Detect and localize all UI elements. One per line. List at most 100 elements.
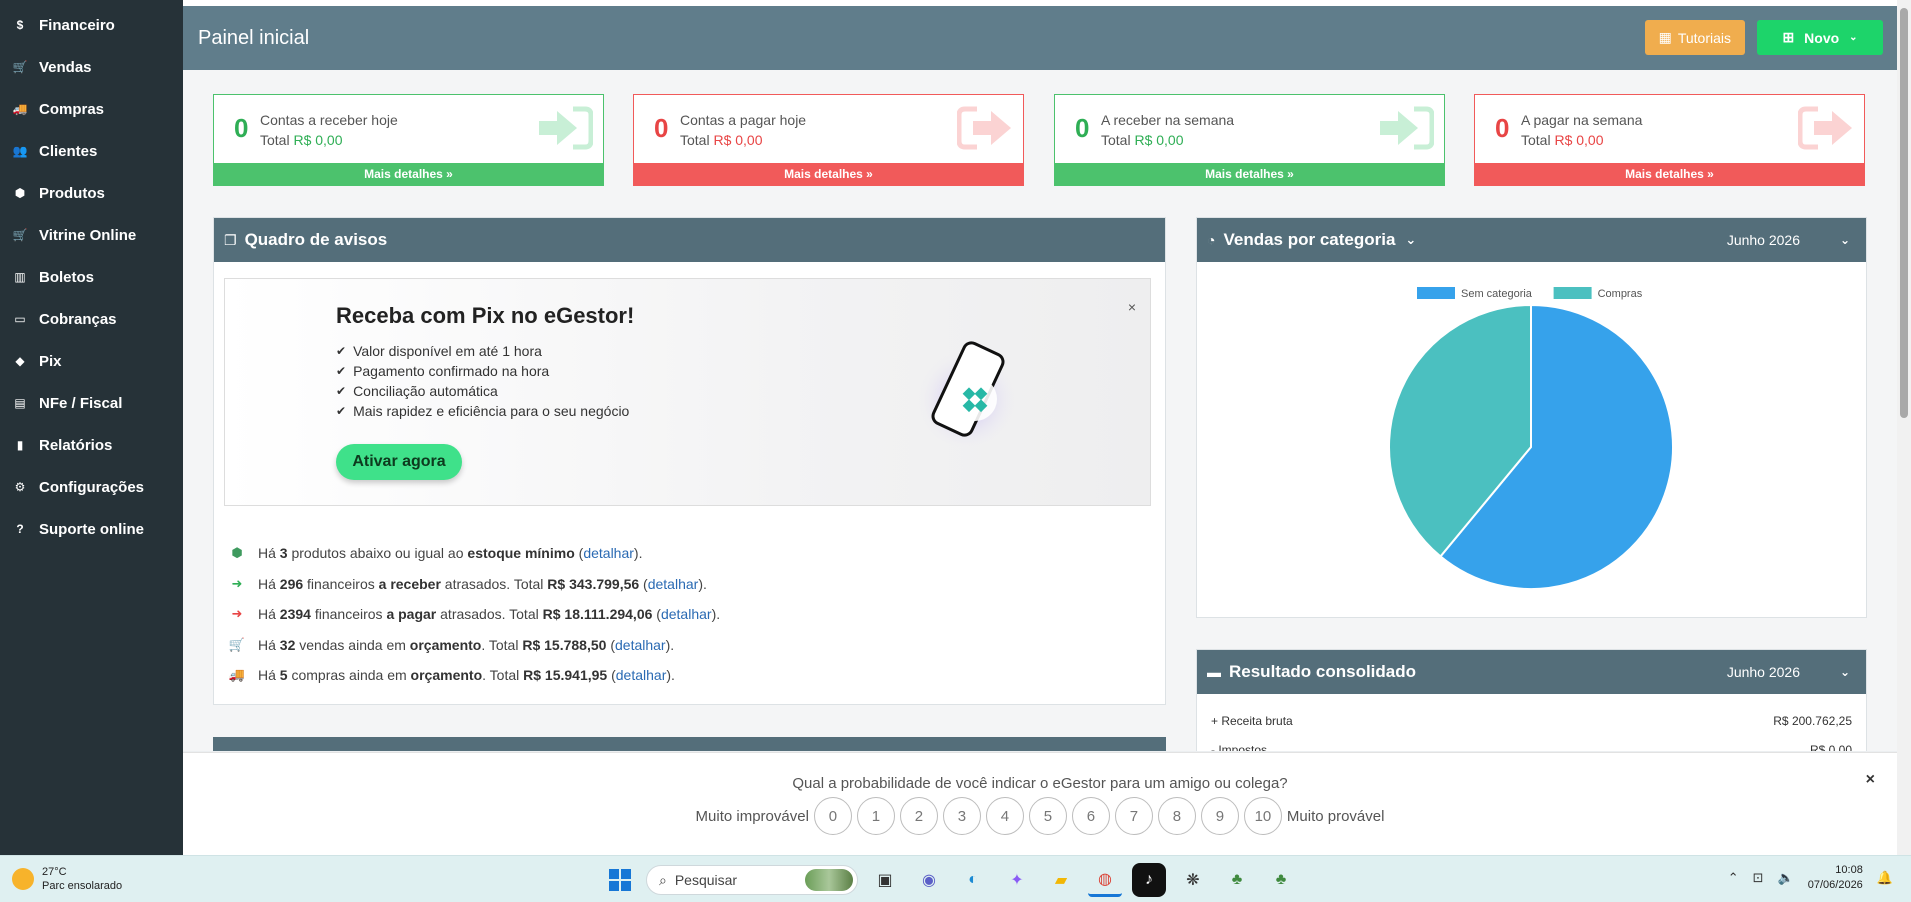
card-total-prefix: Total [1101,132,1131,148]
chevron-up-icon[interactable]: ⌃ [1728,870,1739,886]
card-more-details-link[interactable]: Mais detalhes » [1475,163,1864,185]
survey-option-6[interactable]: 6 [1071,797,1110,835]
network-icon[interactable]: ⊡ [1753,870,1764,886]
alert-count: 5 [279,667,288,684]
survey-option-1[interactable]: 1 [856,797,895,835]
card-more-details-link[interactable]: Mais detalhes » [214,163,603,185]
alert-count: 296 [279,575,304,592]
plant-app-icon-2[interactable]: ♣ [1264,863,1298,897]
weather-desc: Parc ensolarado [42,880,123,892]
alert-detail-link[interactable]: detalhar [648,576,699,592]
sidebar-item-vitrine-online[interactable]: 🛒 Vitrine Online [0,214,183,256]
summary-card[interactable]: 0 Contas a pagar hoje Total R$ 0,00 Mais de… [633,94,1024,186]
sidebar-item-vendas[interactable]: 🛒 Vendas [0,46,183,88]
survey-option-7[interactable]: 7 [1114,797,1153,835]
chevron-down-icon[interactable]: ⌄ [1840,665,1850,679]
chevron-down-icon[interactable]: ⌄ [1840,233,1850,247]
sidebar: $ Financeiro 🛒 Vendas 🚚 Compras 👥 Clientes ⬢ Prod… [0,0,183,855]
volume-icon[interactable]: 🔈 [1778,870,1794,886]
pie-chart-icon: ◔ [1207,232,1216,248]
check-icon: ✔ [336,384,347,398]
card-more-details-link[interactable]: Mais detalhes » [634,163,1023,185]
legend-item[interactable]: Sem categoria [1417,287,1533,300]
sales-panel-header: ◔ Vendas por categoria ⌄ Junho 2026 ⌄ [1197,218,1866,262]
sidebar-item-compras[interactable]: 🚚 Compras [0,88,183,130]
sidebar-item-boletos[interactable]: ▥ Boletos [0,256,183,298]
legend-item[interactable]: Compras [1553,287,1643,300]
alert-end: ). [666,667,675,684]
task-view-icon[interactable]: ▣ [868,863,902,897]
alert-detail-link[interactable]: detalhar [661,606,712,622]
card-more-details-link[interactable]: Mais detalhes » [1055,163,1444,185]
notification-bell-icon[interactable]: 🔔 [1877,870,1893,886]
sidebar-item-relat-rios[interactable]: ▮ Relatórios [0,424,183,466]
alert-mid: compras ainda em [287,667,411,684]
survey-option-4[interactable]: 4 [985,797,1024,835]
alert-detail-link[interactable]: detalhar [616,667,667,683]
alert-detail-link[interactable]: detalhar [615,637,666,653]
survey-question: Qual a probabilidade de você indicar o e… [792,775,1288,792]
weather-widget[interactable]: 27°C Parc ensolarado [12,865,122,893]
summary-card[interactable]: 0 Contas a receber hoje Total R$ 0,00 Mais … [213,94,604,186]
legend-label: Compras [1598,288,1643,300]
taskbar-search[interactable]: ⌕ Pesquisar [646,865,858,895]
tiktok-icon[interactable]: ♪ [1132,863,1166,897]
close-survey-button[interactable]: × [1866,771,1875,789]
edge-icon[interactable]: ◐ [956,863,990,897]
sidebar-item-produtos[interactable]: ⬢ Produtos [0,172,183,214]
card-total: Total R$ 0,00 [1521,132,1604,148]
scrollbar-thumb[interactable] [1900,8,1908,418]
alert-post: . Total [482,667,524,684]
alert-paren: ( [652,606,661,623]
close-banner-button[interactable]: × [1128,299,1136,315]
bar-chart-icon: ▮ [16,438,24,452]
card-count: 0 [234,113,249,143]
survey-option-8[interactable]: 8 [1157,797,1196,835]
card-count: 0 [1075,113,1090,143]
windows-start-icon[interactable] [604,864,636,896]
summary-card[interactable]: 0 A pagar na semana Total R$ 0,00 Mais deta… [1474,94,1865,186]
survey-option-3[interactable]: 3 [942,797,981,835]
sidebar-item-label: Configurações [39,478,145,496]
check-icon: ✔ [336,404,347,418]
alert-amount: R$ 343.799,56 [547,575,640,592]
survey-option-0[interactable]: 0 [813,797,852,835]
alert-paren: ( [639,575,648,592]
survey-option-2[interactable]: 2 [899,797,938,835]
results-panel-header: ▬ Resultado consolidado Junho 2026 ⌄ [1197,650,1866,694]
plant-app-icon[interactable]: ♣ [1220,863,1254,897]
chrome-icon[interactable]: ◍ [1088,863,1122,897]
alert-pre: Há [258,636,280,653]
tutorials-button[interactable]: ▦ Tutoriais [1644,20,1745,55]
sidebar-item-cobran-as[interactable]: ▭ Cobranças [0,298,183,340]
sidebar-item-suporte-online[interactable]: ? Suporte online [0,508,183,550]
clock[interactable]: 10:08 07/06/2026 [1808,863,1863,893]
users-icon: 👥 [12,144,28,158]
summary-card[interactable]: 0 A receber na semana Total R$ 0,00 Mais de… [1054,94,1445,186]
alert-detail-link[interactable]: detalhar [583,545,634,561]
survey-option-9[interactable]: 9 [1200,797,1239,835]
new-button[interactable]: ⊞ Novo ⌄ [1757,20,1883,55]
sidebar-item-label: Vendas [39,58,92,76]
survey-option-5[interactable]: 5 [1028,797,1067,835]
page-scrollbar[interactable] [1897,0,1911,855]
meet-icon[interactable]: ◉ [912,863,946,897]
page-title: Painel inicial [198,26,310,49]
copilot-icon[interactable]: ✦ [1000,863,1034,897]
double-chevron-down-icon[interactable]: ⌄ [1405,232,1416,248]
butterfly-app-icon[interactable]: ❋ [1176,863,1210,897]
sidebar-item-clientes[interactable]: 👥 Clientes [0,130,183,172]
sidebar-item-label: NFe / Fiscal [39,394,123,412]
sidebar-item-nfe-fiscal[interactable]: ▤ NFe / Fiscal [0,382,183,424]
file-explorer-icon[interactable]: ▰ [1044,863,1078,897]
survey-option-10[interactable]: 10 [1243,797,1282,835]
sidebar-item-pix[interactable]: ◆ Pix [0,340,183,382]
sidebar-item-financeiro[interactable]: $ Financeiro [0,4,183,46]
activate-pix-button[interactable]: Ativar agora [336,444,462,480]
search-highlight-image [805,869,853,891]
alert-count: 2394 [279,606,311,623]
sidebar-item-configura-es[interactable]: ⚙ Configurações [0,466,183,508]
sales-by-category-panel: ◔ Vendas por categoria ⌄ Junho 2026 ⌄ Se… [1196,217,1867,618]
survey-scale: Muito improvável 0 1 2 3 4 5 6 7 8 9 10 Muito prováv… [183,797,1897,835]
sidebar-item-label: Financeiro [39,16,115,34]
